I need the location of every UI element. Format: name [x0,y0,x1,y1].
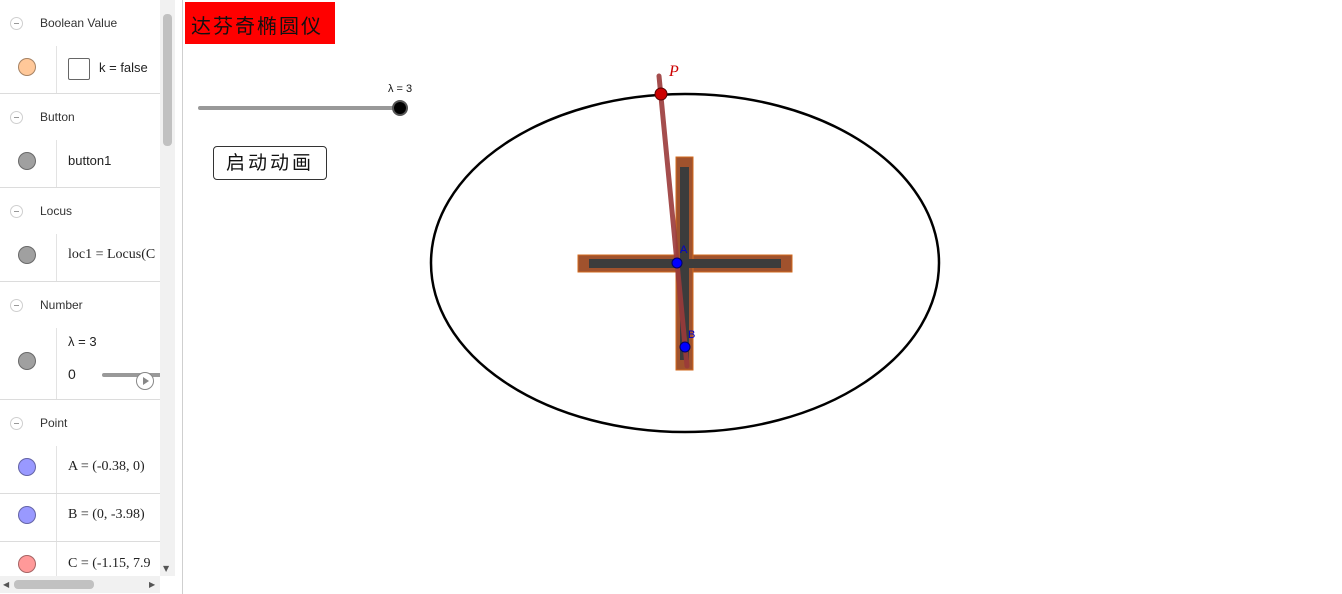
algebra-item-B[interactable]: B = (0, -3.98) [0,494,160,542]
collapse-icon[interactable] [10,417,23,430]
lambda-slider-label: λ = 3 [388,83,413,95]
visibility-marble-icon[interactable] [18,58,36,76]
k-checkbox[interactable] [68,58,90,80]
point-B[interactable] [679,341,691,353]
marble-cell [0,328,57,399]
title-banner: 达芬奇椭圆仪 [185,2,335,44]
item-definition: button1 [68,153,112,168]
algebra-item-k[interactable]: k = false [0,46,160,94]
point-P[interactable] [654,87,668,101]
horizontal-scrollbar[interactable]: ◀ ▶ [0,576,160,593]
group-header-point[interactable]: Point [0,400,160,447]
label-A: A [680,244,688,256]
collapse-icon[interactable] [10,111,23,124]
group-label: Button [40,110,75,124]
collapse-icon[interactable] [10,205,23,218]
group-label: Boolean Value [40,16,118,30]
group-label: Point [40,416,68,430]
graphics-canvas: P A B [198,63,941,434]
visibility-marble-icon[interactable] [18,506,36,524]
label-B: B [688,329,695,341]
algebra-item-loc1[interactable]: loc1 = Locus(C [0,234,160,282]
visibility-marble-icon[interactable] [18,246,36,264]
item-definition: A = (-0.38, 0) [68,459,145,474]
visibility-marble-icon[interactable] [18,458,36,476]
group-header-number[interactable]: Number [0,282,160,329]
horizontal-scroll-thumb[interactable] [14,580,94,589]
group-header-locus[interactable]: Locus [0,188,160,235]
item-definition: loc1 = Locus(C [68,247,156,262]
scroll-right-arrow-icon[interactable]: ▶ [149,581,155,589]
group-header-boolean[interactable]: Boolean Value [0,0,160,47]
algebra-panel: Boolean Value k = false Button button1 L… [0,0,175,594]
visibility-marble-icon[interactable] [18,352,36,370]
marble-cell [0,542,57,576]
visibility-marble-icon[interactable] [18,555,36,573]
page-title: 达芬奇椭圆仪 [191,14,323,38]
graphics-view[interactable]: P A B 达芬奇椭圆仪 λ = 3 启动动画 [183,0,1342,594]
scroll-down-arrow-icon[interactable]: ▼ [163,565,169,573]
marble-cell [0,446,57,493]
marble-cell [0,46,57,93]
vertical-scrollbar[interactable]: ▼ [160,0,175,576]
item-definition: k = false [99,60,148,75]
algebra-item-C[interactable]: C = (-1.15, 7.9 [0,542,160,576]
start-animation-button[interactable]: 启动动画 [213,146,327,180]
group-label: Number [40,298,83,312]
item-definition: λ = 3 [68,334,97,349]
algebra-item-button1[interactable]: button1 [0,140,160,188]
slider-min-label: 0 [68,366,76,382]
visibility-marble-icon[interactable] [18,152,36,170]
collapse-icon[interactable] [10,17,23,30]
algebra-item-lambda[interactable]: λ = 3 0 [0,328,160,400]
algebra-list: Boolean Value k = false Button button1 L… [0,0,160,576]
point-A[interactable] [671,257,683,269]
play-icon[interactable] [136,372,154,390]
group-label: Locus [40,204,73,218]
group-header-button[interactable]: Button [0,94,160,141]
item-definition: B = (0, -3.98) [68,507,145,522]
vertical-scroll-thumb[interactable] [163,14,172,146]
marble-cell [0,494,57,541]
item-definition: C = (-1.15, 7.9 [68,556,151,571]
marble-cell [0,234,57,281]
scroll-left-arrow-icon[interactable]: ◀ [3,581,9,589]
marble-cell [0,140,57,187]
algebra-item-A[interactable]: A = (-0.38, 0) [0,446,160,494]
label-P: P [668,63,679,80]
collapse-icon[interactable] [10,299,23,312]
lambda-slider-knob[interactable] [392,100,408,116]
